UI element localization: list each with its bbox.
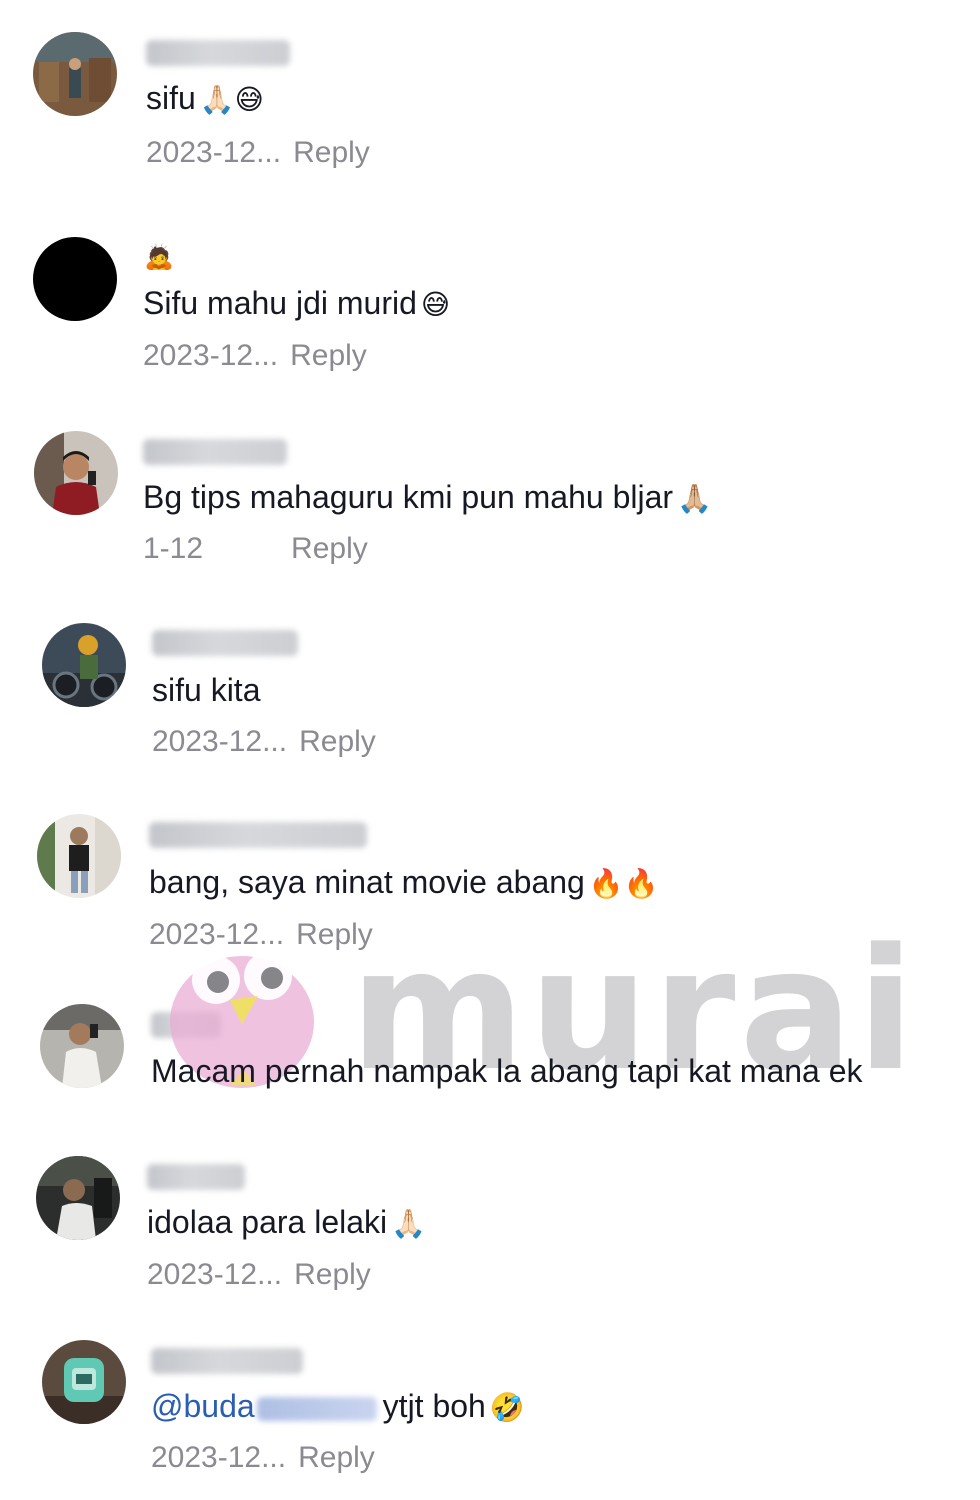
comment-date: 2023-12... [147, 1258, 283, 1291]
bowing-person-icon: 🙇 [144, 244, 174, 271]
username-redacted[interactable] [151, 1012, 221, 1038]
praying-hands-icon: 🙏🏻 [391, 1207, 427, 1240]
reply-button[interactable]: Reply [290, 339, 367, 372]
reply-button[interactable]: Reply [296, 918, 373, 951]
comment-text: sifu 🙏🏻😅 [146, 78, 264, 120]
comment-body: idolaa para lelaki [147, 1204, 388, 1240]
avatar-photo [33, 32, 117, 116]
comment-date: 2023-12... [146, 136, 282, 169]
comment-meta: 2023-12... Reply [147, 1257, 371, 1293]
avatar-photo [40, 1004, 124, 1088]
avatar-photo [37, 814, 121, 898]
avatar-photo [34, 431, 118, 515]
praying-hands-icon: 🙏🏼 [677, 482, 712, 515]
comment-text: idolaa para lelaki 🙏🏻 [147, 1202, 426, 1244]
comment-body: Bg tips mahaguru kmi pun mahu bljar [143, 479, 674, 515]
sweat-smile-icon: 😅 [420, 288, 451, 321]
avatar[interactable] [33, 237, 117, 321]
avatar-photo [33, 237, 117, 321]
comment-meta: 2023-12... Reply [143, 338, 367, 374]
comment-text: Macam pernah nampak la abang tapi kat ma… [151, 1051, 863, 1091]
username-redacted[interactable] [152, 630, 298, 656]
comment-body: ytjt boh [382, 1388, 486, 1424]
avatar-photo [42, 1340, 126, 1424]
comment-body: bang, saya minat movie abang [149, 864, 585, 900]
mention-redacted [256, 1396, 377, 1421]
comment-date: 2023-12... [143, 339, 279, 372]
username-redacted[interactable] [146, 40, 290, 66]
comment-text: bang, saya minat movie abang 🔥🔥 [149, 862, 659, 904]
fire-icon: 🔥🔥 [588, 867, 659, 900]
avatar[interactable] [42, 1340, 126, 1424]
avatar[interactable] [34, 431, 118, 515]
username-redacted[interactable] [147, 1164, 245, 1190]
reply-button[interactable]: Reply [299, 725, 376, 758]
comment-meta: 2023-12... Reply [151, 1440, 375, 1476]
comment-meta: 2023-12... Reply [146, 135, 370, 171]
username-redacted[interactable] [151, 1348, 303, 1374]
comment-body: sifu kita [152, 672, 261, 708]
avatar[interactable] [37, 814, 121, 898]
comment-text: sifu kita [152, 670, 260, 710]
reply-button[interactable]: Reply [293, 136, 370, 169]
avatar[interactable] [42, 623, 126, 707]
rolling-laughing-icon: 🤣 [489, 1391, 525, 1424]
comment-date: 1-12 [143, 532, 204, 565]
comment-text: Sifu mahu jdi murid 😅 [143, 283, 450, 325]
avatar-photo [42, 623, 126, 707]
comment-text: Bg tips mahaguru kmi pun mahu bljar 🙏🏼 [143, 477, 712, 519]
avatar[interactable] [36, 1156, 120, 1240]
avatar-photo [36, 1156, 120, 1240]
avatar[interactable] [33, 32, 117, 116]
comment-date: 2023-12... [149, 918, 285, 951]
comment-date: 2023-12... [152, 725, 288, 758]
username-redacted[interactable] [143, 439, 287, 465]
comment-date: 2023-12... [151, 1441, 287, 1474]
username-redacted[interactable] [149, 822, 367, 848]
avatar[interactable] [40, 1004, 124, 1088]
comment-meta: 2023-12... Reply [149, 917, 373, 953]
reply-button[interactable]: Reply [298, 1441, 375, 1474]
comment-body: Macam pernah nampak la abang tapi kat ma… [151, 1053, 863, 1089]
comment-meta: 2023-12... Reply [152, 724, 376, 760]
comment-meta: 1-12 Reply [143, 531, 368, 567]
reply-button[interactable]: Reply [294, 1258, 371, 1291]
mention-link[interactable]: @buda [151, 1388, 255, 1424]
comment-body: sifu [146, 80, 196, 116]
comment-text: @buda ytjt boh 🤣 [151, 1386, 525, 1428]
praying-hands-sweat-smile-icon: 🙏🏻😅 [199, 83, 264, 116]
comment-body: Sifu mahu jdi murid [143, 285, 417, 321]
reply-button[interactable]: Reply [291, 532, 368, 565]
